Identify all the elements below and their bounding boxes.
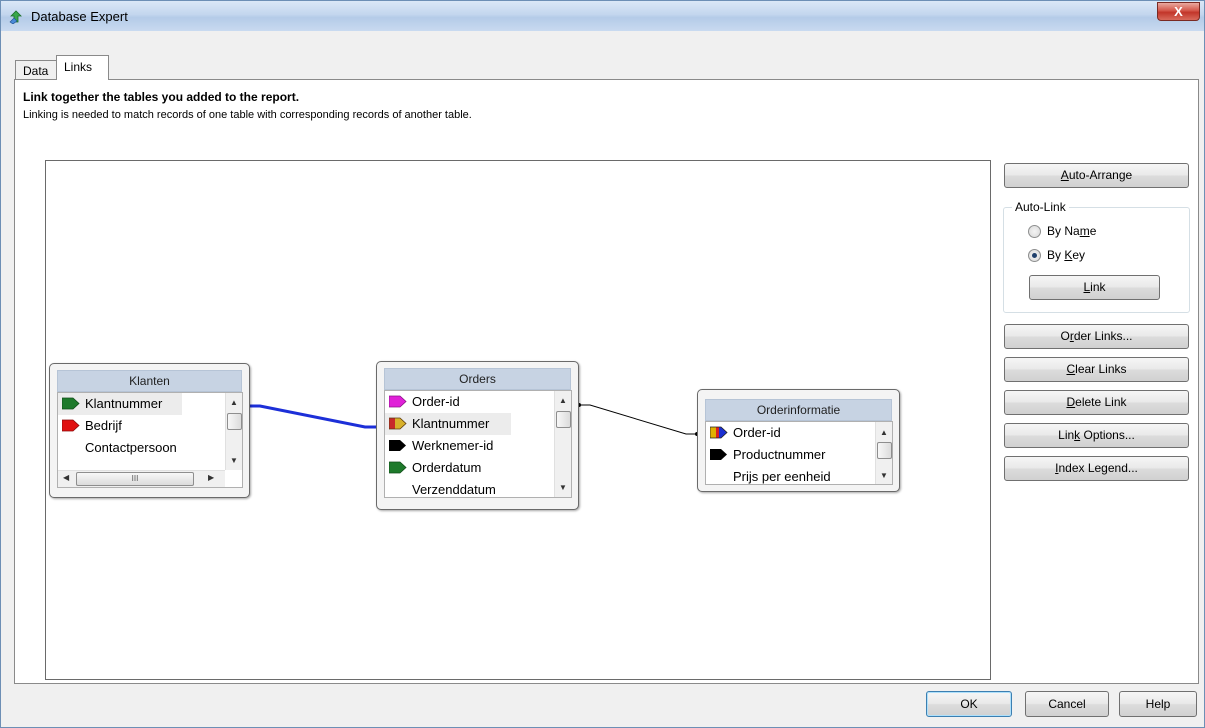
radio-unchecked-icon[interactable] bbox=[1028, 225, 1041, 238]
scroll-thumb[interactable] bbox=[556, 411, 571, 428]
page-subheading: Linking is needed to match records of on… bbox=[23, 109, 472, 121]
field-name: Werknemer-id bbox=[412, 438, 494, 453]
scroll-down-icon[interactable]: ▼ bbox=[880, 471, 888, 480]
close-icon: X bbox=[1174, 4, 1183, 19]
auto-link-group: Auto-Link By Name By Key Link bbox=[1003, 200, 1190, 313]
scroll-left-icon[interactable]: ◀ bbox=[63, 473, 69, 482]
field-row[interactable]: Orderdatum bbox=[385, 457, 571, 479]
field-list: Order-id Productnummer Prijs per eenheid… bbox=[705, 421, 893, 485]
title-bar[interactable]: Database Expert X bbox=[1, 1, 1204, 31]
link-line-klanten-orders[interactable] bbox=[249, 404, 377, 429]
index-key-icon bbox=[710, 426, 728, 439]
page-heading: Link together the tables you added to th… bbox=[23, 90, 300, 104]
links-canvas[interactable]: Klanten Klantnummer Bedrijf Contactperso… bbox=[45, 160, 991, 680]
links-tab-panel: Link together the tables you added to th… bbox=[14, 79, 1199, 684]
ok-button[interactable]: OK bbox=[926, 691, 1012, 717]
field-name: Verzenddatum bbox=[412, 482, 496, 497]
horizontal-scrollbar[interactable]: ◀ III ▶ bbox=[58, 470, 225, 487]
scroll-right-icon[interactable]: ▶ bbox=[208, 473, 214, 482]
field-list: Order-id Klantnummer Werknemer-id Orderd… bbox=[384, 390, 572, 498]
table-title[interactable]: Klanten bbox=[57, 370, 242, 392]
scroll-thumb[interactable]: III bbox=[76, 472, 194, 486]
table-title[interactable]: Orderinformatie bbox=[705, 399, 892, 421]
scroll-up-icon[interactable]: ▲ bbox=[880, 428, 888, 437]
scroll-thumb[interactable] bbox=[227, 413, 242, 430]
field-row[interactable]: Productnummer bbox=[706, 444, 892, 466]
vertical-scrollbar[interactable]: ▲ ▼ bbox=[225, 393, 242, 470]
table-title[interactable]: Orders bbox=[384, 368, 571, 390]
index-key-icon bbox=[389, 417, 407, 430]
field-row[interactable]: Order-id bbox=[385, 391, 571, 413]
table-orders[interactable]: Orders Order-id Klantnummer Werknemer-id bbox=[376, 361, 579, 510]
field-name: Bedrijf bbox=[85, 418, 122, 433]
field-row[interactable]: Prijs per eenheid bbox=[706, 466, 892, 484]
field-row[interactable]: Verzenddatum bbox=[385, 479, 571, 497]
field-row[interactable]: Werknemer-id bbox=[385, 435, 571, 457]
tab-data[interactable]: Data bbox=[15, 60, 57, 81]
index-key-icon bbox=[389, 461, 407, 474]
delete-link-button[interactable]: Delete Link bbox=[1004, 390, 1189, 415]
field-name: Orderdatum bbox=[412, 460, 482, 475]
field-name: Order-id bbox=[412, 394, 460, 409]
help-button[interactable]: Help bbox=[1119, 691, 1197, 717]
order-links-button[interactable]: Order Links... bbox=[1004, 324, 1189, 349]
cancel-button[interactable]: Cancel bbox=[1025, 691, 1109, 717]
scroll-thumb[interactable] bbox=[877, 442, 892, 459]
database-expert-icon bbox=[9, 10, 22, 24]
database-expert-window: Database Expert X Data Links Link togeth… bbox=[0, 0, 1205, 728]
field-name: Order-id bbox=[733, 425, 781, 440]
tab-links[interactable]: Links bbox=[56, 55, 109, 80]
link-line-orders-orderinformatie[interactable] bbox=[579, 404, 697, 435]
link-options-button[interactable]: Link Options... bbox=[1004, 423, 1189, 448]
vertical-scrollbar[interactable]: ▲ ▼ bbox=[554, 391, 571, 497]
field-name: Klantnummer bbox=[412, 416, 490, 431]
field-row[interactable]: Order-id bbox=[706, 422, 892, 444]
field-row[interactable]: Klantnummer bbox=[58, 393, 182, 415]
scroll-down-icon[interactable]: ▼ bbox=[230, 456, 238, 465]
auto-arrange-button[interactable]: Auto-Arrange bbox=[1004, 163, 1189, 188]
link-button[interactable]: Link bbox=[1029, 275, 1160, 300]
close-button[interactable]: X bbox=[1157, 2, 1200, 21]
index-key-icon bbox=[389, 395, 407, 408]
scroll-down-icon[interactable]: ▼ bbox=[559, 483, 567, 492]
vertical-scrollbar[interactable]: ▲ ▼ bbox=[875, 422, 892, 484]
field-name: Contactpersoon bbox=[85, 440, 177, 455]
field-list: Klantnummer Bedrijf Contactpersoon ▲ ▼ ◀… bbox=[57, 392, 243, 488]
index-key-icon bbox=[62, 419, 80, 432]
field-row[interactable]: Bedrijf bbox=[58, 415, 242, 437]
radio-checked-icon[interactable] bbox=[1028, 249, 1041, 262]
index-key-icon bbox=[62, 397, 80, 410]
dialog-footer: OK Cancel Help bbox=[1, 685, 1204, 727]
scroll-up-icon[interactable]: ▲ bbox=[230, 398, 238, 407]
field-row[interactable]: Klantnummer bbox=[385, 413, 511, 435]
auto-link-label: Auto-Link bbox=[1012, 200, 1069, 214]
table-orderinformatie[interactable]: Orderinformatie Order-id Productnummer P… bbox=[697, 389, 900, 492]
table-klanten[interactable]: Klanten Klantnummer Bedrijf Contactperso… bbox=[49, 363, 250, 498]
index-key-icon bbox=[710, 449, 727, 460]
scroll-grip-icon: III bbox=[131, 474, 139, 483]
clear-links-button[interactable]: Clear Links bbox=[1004, 357, 1189, 382]
index-legend-button[interactable]: Index Legend... bbox=[1004, 456, 1189, 481]
window-title: Database Expert bbox=[31, 9, 128, 24]
scroll-up-icon[interactable]: ▲ bbox=[559, 396, 567, 405]
field-name: Klantnummer bbox=[85, 396, 163, 411]
index-key-icon bbox=[389, 440, 406, 451]
field-name: Productnummer bbox=[733, 447, 826, 462]
field-row[interactable]: Contactpersoon bbox=[58, 437, 242, 459]
field-name: Prijs per eenheid bbox=[733, 469, 831, 484]
